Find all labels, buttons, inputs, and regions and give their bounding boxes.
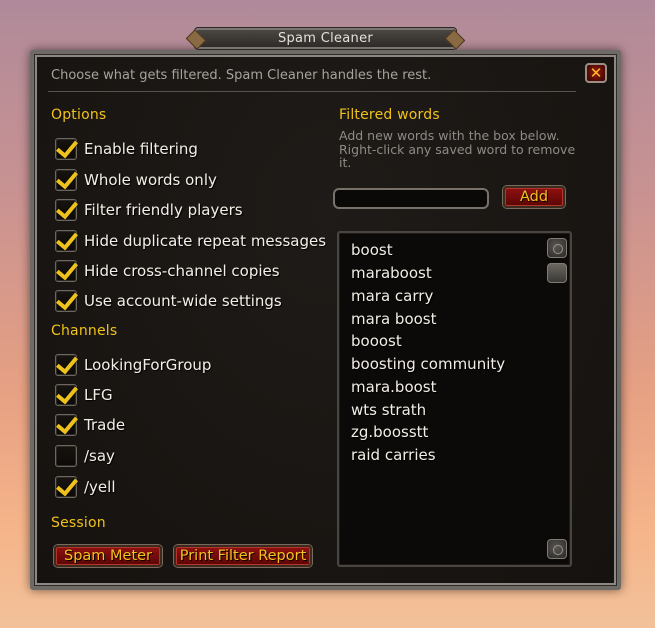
- option-filter-friendly-players[interactable]: Filter friendly players: [55, 198, 243, 222]
- option-label: Filter friendly players: [84, 201, 243, 219]
- title-plate[interactable]: Spam Cleaner: [195, 28, 456, 49]
- list-item[interactable]: boost: [351, 241, 393, 259]
- channels-heading: Channels: [51, 323, 118, 339]
- trade-checkbox[interactable]: [55, 414, 77, 436]
- option-hide-duplicates[interactable]: Hide duplicate repeat messages: [55, 229, 326, 253]
- whole-words-only-checkbox[interactable]: [55, 169, 77, 191]
- scrollbar-thumb[interactable]: [547, 263, 567, 283]
- list-item[interactable]: wts strath: [351, 401, 426, 419]
- option-label: Hide duplicate repeat messages: [84, 232, 327, 250]
- scroll-up-button[interactable]: [547, 238, 567, 258]
- list-item[interactable]: mara carry: [351, 287, 433, 305]
- channel-label: LFG: [84, 386, 113, 404]
- header-divider: [48, 91, 576, 92]
- lookingforgroup-checkbox[interactable]: [55, 354, 77, 376]
- print-filter-report-button[interactable]: Print Filter Report: [174, 545, 312, 567]
- yell-checkbox[interactable]: [55, 476, 77, 498]
- filtered-words-hint: Add new words with the box below. Right-…: [339, 128, 576, 170]
- close-icon: ✕: [589, 63, 603, 82]
- list-item[interactable]: maraboost: [351, 264, 432, 282]
- spam-meter-button[interactable]: Spam Meter: [54, 545, 162, 567]
- options-heading: Options: [51, 107, 107, 123]
- option-label: Hide cross-channel copies: [84, 262, 280, 280]
- option-label: Use account-wide settings: [84, 292, 282, 310]
- option-label: Enable filtering: [84, 140, 198, 158]
- say-checkbox[interactable]: [55, 445, 77, 467]
- new-word-input[interactable]: [333, 188, 489, 209]
- enable-filtering-checkbox[interactable]: [55, 138, 77, 160]
- add-word-button[interactable]: Add: [503, 186, 565, 208]
- list-item[interactable]: mara boost: [351, 310, 437, 328]
- list-item[interactable]: raid carries: [351, 446, 436, 464]
- option-label: Whole words only: [84, 171, 217, 189]
- option-hide-cross-channel[interactable]: Hide cross-channel copies: [55, 259, 280, 283]
- channel-say[interactable]: /say: [55, 444, 115, 468]
- list-item[interactable]: zg.boosstt: [351, 423, 428, 441]
- channel-label: LookingForGroup: [84, 356, 212, 374]
- account-wide-checkbox[interactable]: [55, 290, 77, 312]
- channel-label: /say: [84, 447, 115, 465]
- channel-label: Trade: [84, 416, 126, 434]
- hide-cross-channel-checkbox[interactable]: [55, 260, 77, 282]
- option-whole-words-only[interactable]: Whole words only: [55, 168, 217, 192]
- channel-lfg[interactable]: LFG: [55, 383, 113, 407]
- channel-trade[interactable]: Trade: [55, 413, 125, 437]
- lfg-checkbox[interactable]: [55, 384, 77, 406]
- filtered-words-heading: Filtered words: [339, 107, 440, 123]
- option-enable-filtering[interactable]: Enable filtering: [55, 137, 198, 161]
- hide-duplicates-checkbox[interactable]: [55, 230, 77, 252]
- channel-yell[interactable]: /yell: [55, 475, 116, 499]
- list-item[interactable]: boosting community: [351, 355, 505, 373]
- list-item[interactable]: booost: [351, 332, 402, 350]
- session-heading: Session: [51, 515, 106, 531]
- window-subtitle: Choose what gets filtered. Spam Cleaner …: [51, 68, 432, 83]
- filter-friendly-players-checkbox[interactable]: [55, 199, 77, 221]
- option-account-wide[interactable]: Use account-wide settings: [55, 289, 282, 313]
- list-item[interactable]: mara.boost: [351, 378, 437, 396]
- scroll-down-button[interactable]: [547, 539, 567, 559]
- channel-label: /yell: [84, 478, 116, 496]
- close-button[interactable]: ✕: [585, 63, 607, 83]
- channel-lookingforgroup[interactable]: LookingForGroup: [55, 353, 211, 377]
- window-title: Spam Cleaner: [277, 31, 374, 46]
- filtered-words-list[interactable]: boost maraboost mara carry mara boost bo…: [337, 231, 572, 567]
